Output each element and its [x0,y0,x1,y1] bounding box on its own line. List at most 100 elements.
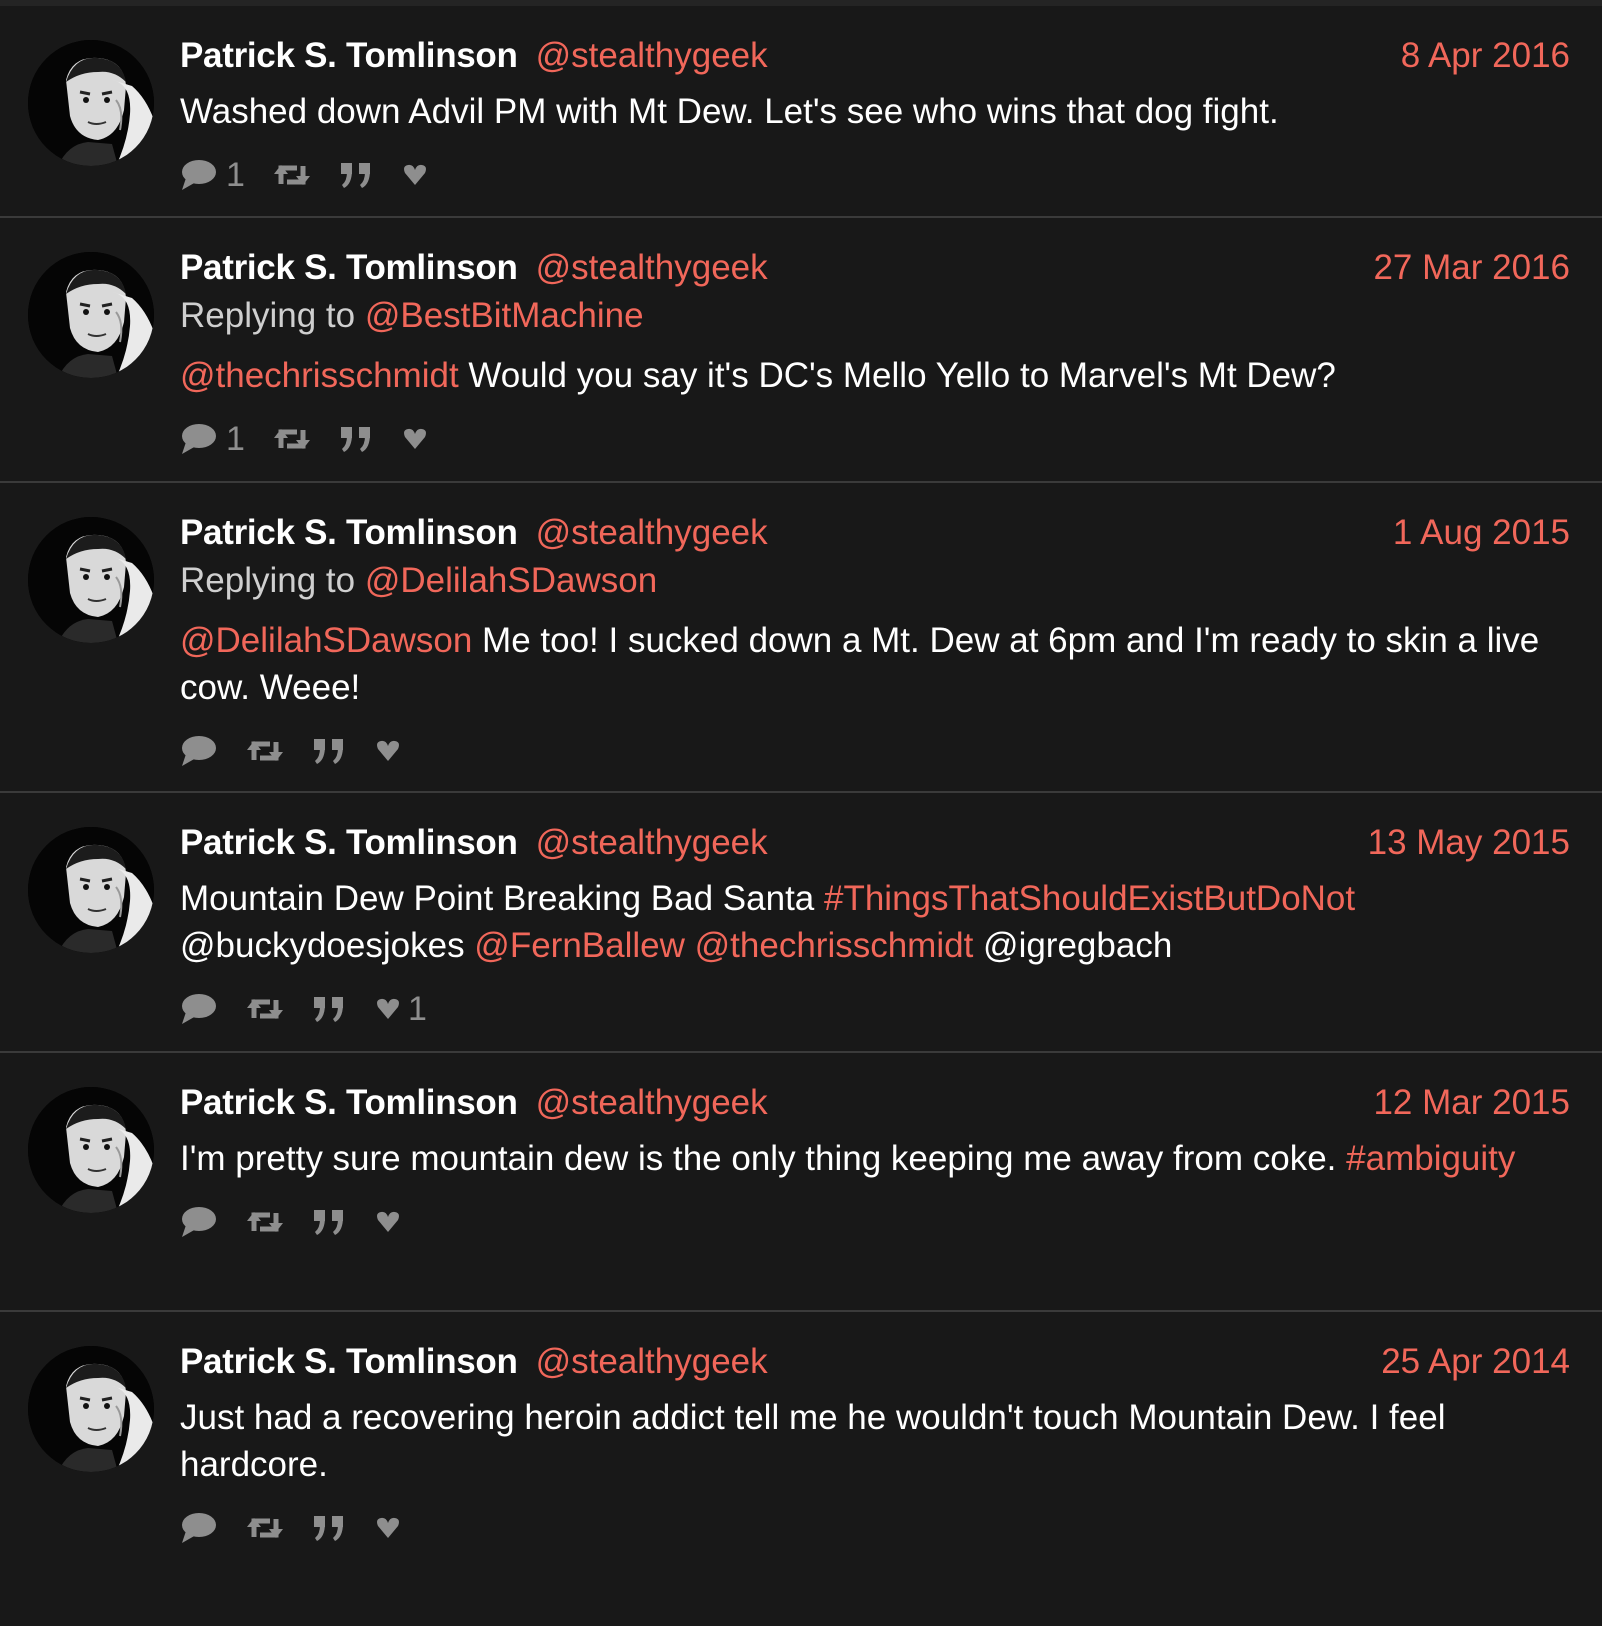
retweet-button[interactable] [273,160,311,190]
avatar-image [28,827,154,953]
retweet-button[interactable] [246,736,284,766]
retweet-button[interactable] [246,1207,284,1237]
speech-bubble-icon [182,736,216,766]
avatar[interactable] [28,1087,154,1213]
retweet-button[interactable] [246,994,284,1024]
quote-button[interactable] [312,1513,348,1543]
tweet-6[interactable]: Patrick S. Tomlinson @stealthygeek 25 Ap… [0,1312,1602,1626]
tweet-text: Mountain Dew Point Breaking Bad Santa #T… [180,875,1570,969]
tweet-text: @thechrisschmidt Would you say it's DC's… [180,352,1570,399]
tweet-5[interactable]: Patrick S. Tomlinson @stealthygeek 12 Ma… [0,1053,1602,1312]
like-button[interactable] [403,427,427,451]
reply-button[interactable]: 1 [180,420,245,459]
tweet-header: Patrick S. Tomlinson @stealthygeek 13 Ma… [180,823,1570,869]
tweet-date[interactable]: 13 May 2015 [1368,823,1570,863]
author-name[interactable]: Patrick S. Tomlinson [180,1083,518,1123]
heart-icon [377,1211,399,1232]
avatar-image [28,40,154,166]
retweet-button[interactable] [273,424,311,454]
tweet-feed: Patrick S. Tomlinson @stealthygeek 8 Apr… [0,0,1602,1626]
quote-icon [340,427,370,452]
avatar[interactable] [28,252,154,378]
avatar[interactable] [28,827,154,953]
like-button[interactable] [376,1516,400,1540]
speech-bubble-icon [182,424,216,454]
avatar-image [28,1346,154,1472]
retweet-icon [247,1212,283,1232]
quote-button[interactable] [312,1207,348,1237]
tweet-text-segment: Mountain Dew Point Breaking Bad Santa [180,879,824,918]
tweet-link[interactable]: #ambiguity [1346,1139,1515,1178]
speech-bubble-icon [182,1207,216,1237]
tweet-text: Just had a recovering heroin addict tell… [180,1394,1570,1488]
quote-button[interactable] [339,160,375,190]
tweet-date[interactable]: 8 Apr 2016 [1401,36,1570,76]
tweet-header: Patrick S. Tomlinson @stealthygeek 8 Apr… [180,36,1570,82]
author-handle[interactable]: @stealthygeek [536,36,768,76]
reply-button[interactable] [180,1205,218,1239]
heart-icon [377,740,399,761]
tweet-date[interactable]: 1 Aug 2015 [1393,513,1570,553]
heart-icon [377,998,399,1019]
quote-button[interactable] [312,994,348,1024]
avatar-image [28,1087,154,1213]
replying-to: Replying to @DelilahSDawson [180,561,1570,611]
author-handle[interactable]: @stealthygeek [536,248,768,288]
avatar[interactable] [28,40,154,166]
author-handle[interactable]: @stealthygeek [536,513,768,553]
author-handle[interactable]: @stealthygeek [536,1342,768,1382]
tweet-header: Patrick S. Tomlinson @stealthygeek 12 Ma… [180,1083,1570,1129]
avatar[interactable] [28,517,154,643]
retweet-icon [247,999,283,1019]
tweet-date[interactable]: 25 Apr 2014 [1381,1342,1570,1382]
tweet-4[interactable]: Patrick S. Tomlinson @stealthygeek 13 Ma… [0,793,1602,1053]
quote-icon [340,163,370,188]
author-name[interactable]: Patrick S. Tomlinson [180,513,518,553]
reply-button[interactable] [180,734,218,768]
replying-to-handle[interactable]: @DelilahSDawson [365,561,657,600]
tweet-link[interactable]: @FernBallew [474,926,685,965]
like-button[interactable] [376,739,400,763]
replying-to-label: Replying to [180,561,356,600]
quote-icon [314,1210,343,1235]
tweet-text: I'm pretty sure mountain dew is the only… [180,1135,1570,1182]
reply-button[interactable] [180,992,218,1026]
speech-bubble-icon [182,160,216,190]
author-handle[interactable]: @stealthygeek [536,823,768,863]
author-handle[interactable]: @stealthygeek [536,1083,768,1123]
tweet-3[interactable]: Patrick S. Tomlinson @stealthygeek 1 Aug… [0,483,1602,793]
like-button[interactable]: 1 [376,990,427,1029]
tweet-header: Patrick S. Tomlinson @stealthygeek 27 Ma… [180,248,1570,294]
speech-bubble-icon [182,1513,216,1543]
tweet-link[interactable]: @thechrisschmidt [695,926,974,965]
quote-button[interactable] [339,424,375,454]
tweet-header: Patrick S. Tomlinson @stealthygeek 1 Aug… [180,513,1570,559]
retweet-icon [247,741,283,761]
replying-to-handle[interactable]: @BestBitMachine [365,296,644,335]
tweet-text-segment: Would you say it's DC's Mello Yello to M… [458,356,1336,395]
avatar[interactable] [28,1346,154,1472]
reply-button[interactable]: 1 [180,156,245,195]
tweet-link[interactable]: @DelilahSDawson [180,621,472,660]
quote-button[interactable] [312,736,348,766]
tweet-text-segment: I'm pretty sure mountain dew is the only… [180,1139,1347,1178]
tweet-link[interactable]: #ThingsThatShouldExistButDoNot [824,879,1355,918]
tweet-actions: 1 [180,989,1570,1029]
tweet-date[interactable]: 12 Mar 2015 [1373,1083,1570,1123]
reply-count: 1 [226,419,245,458]
heart-icon [377,1517,399,1538]
tweet-link[interactable]: @thechrisschmidt [180,356,459,395]
like-button[interactable] [376,1210,400,1234]
like-button[interactable] [403,163,427,187]
author-name[interactable]: Patrick S. Tomlinson [180,36,518,76]
tweet-1[interactable]: Patrick S. Tomlinson @stealthygeek 8 Apr… [0,6,1602,218]
tweet-2[interactable]: Patrick S. Tomlinson @stealthygeek 27 Ma… [0,218,1602,483]
retweet-button[interactable] [246,1513,284,1543]
tweet-text-segment: @buckydoesjokes [180,926,475,965]
author-name[interactable]: Patrick S. Tomlinson [180,1342,518,1382]
tweet-date[interactable]: 27 Mar 2016 [1373,248,1570,288]
author-name[interactable]: Patrick S. Tomlinson [180,823,518,863]
reply-button[interactable] [180,1511,218,1545]
retweet-icon [273,429,310,449]
author-name[interactable]: Patrick S. Tomlinson [180,248,518,288]
